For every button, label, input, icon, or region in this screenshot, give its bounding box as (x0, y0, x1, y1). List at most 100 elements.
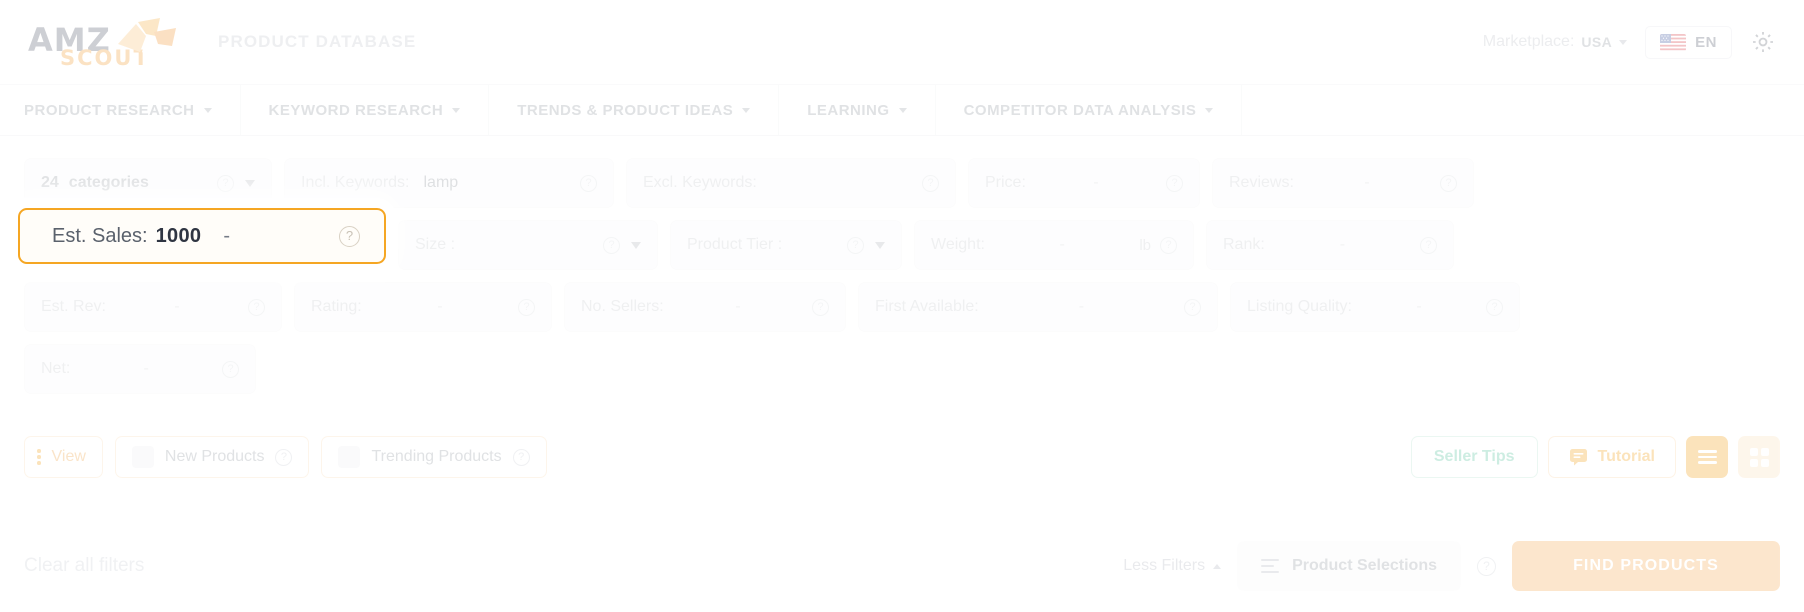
help-icon[interactable]: ? (922, 174, 939, 192)
product-tier-label: Product Tier : (687, 236, 783, 253)
page-title: PRODUCT DATABASE (218, 32, 417, 51)
help-icon[interactable]: ? (1477, 556, 1496, 576)
filter-panel: 24 categories ? Incl. Keywords: lamp ? E… (0, 136, 1804, 406)
trending-products-toggle[interactable]: Trending Products ? (321, 436, 547, 478)
help-icon[interactable]: ? (1440, 174, 1458, 192)
filter-row-3: Est. Rev: - ? Rating: - ? No. Sellers: -… (24, 282, 1780, 332)
first-available-value: - (1078, 298, 1085, 315)
categories-label: categories (68, 174, 149, 191)
weight-filter[interactable]: Weight: - lb ? (914, 220, 1194, 270)
price-filter[interactable]: Price: - ? (968, 158, 1200, 208)
nav-item-competitor-data-analysis[interactable]: COMPETITOR DATA ANALYSIS (936, 85, 1243, 135)
incl-keywords-label: Incl. Keywords: (301, 174, 410, 191)
less-filters-toggle[interactable]: Less Filters (1123, 557, 1222, 575)
checkbox-icon[interactable] (131, 446, 154, 468)
nav-item-trends-product-ideas[interactable]: TRENDS & PRODUCT IDEAS (489, 85, 780, 135)
est-sales-filter[interactable]: Est. Sales: 1000 - ? (18, 208, 386, 264)
seller-tips-button[interactable]: Seller Tips (1410, 436, 1538, 478)
chevron-down-icon[interactable] (245, 179, 255, 187)
help-icon[interactable]: ? (222, 360, 240, 378)
app-header: AMZ SCOUT PRODUCT DATABASE Marketplace: … (0, 0, 1804, 84)
reviews-value: - (1364, 174, 1370, 191)
help-icon[interactable]: ? (518, 298, 535, 316)
list-view-icon[interactable] (1686, 436, 1728, 478)
weight-unit: lb (1139, 236, 1151, 254)
reviews-filter[interactable]: Reviews: - ? (1212, 158, 1474, 208)
help-icon[interactable]: ? (1184, 298, 1202, 316)
help-icon[interactable]: ? (847, 236, 864, 254)
help-icon[interactable]: ? (275, 448, 293, 466)
clear-all-filters-button[interactable]: Clear all filters (24, 555, 144, 577)
excl-keywords-filter[interactable]: Excl. Keywords: ? (626, 158, 956, 208)
toolbar-right-group: Seller Tips Tutorial (1410, 436, 1780, 478)
view-button[interactable]: View (24, 436, 103, 478)
size-filter[interactable]: Size : ? (398, 220, 658, 270)
rank-filter[interactable]: Rank: - ? (1206, 220, 1454, 270)
help-icon[interactable]: ? (248, 298, 266, 316)
help-icon[interactable]: ? (1486, 298, 1504, 316)
price-label: Price: (985, 174, 1026, 191)
language-label: EN (1695, 33, 1717, 51)
no-sellers-filter[interactable]: No. Sellers: - ? (564, 282, 846, 332)
nav-item-keyword-research[interactable]: KEYWORD RESEARCH (241, 85, 490, 135)
new-products-toggle[interactable]: New Products ? (114, 436, 310, 478)
net-filter[interactable]: Net: - ? (24, 344, 256, 394)
nav-filler (1242, 85, 1804, 135)
tutorial-button[interactable]: Tutorial (1547, 436, 1676, 478)
help-icon[interactable]: ? (1160, 236, 1177, 254)
first-available-label: First Available: (875, 298, 979, 315)
gear-icon[interactable] (1750, 29, 1776, 55)
find-products-button[interactable]: FIND PRODUCTS (1512, 541, 1780, 591)
help-icon[interactable]: ? (580, 174, 597, 192)
checkbox-icon[interactable] (338, 446, 361, 468)
help-icon[interactable]: ? (603, 236, 620, 254)
seller-tips-label: Seller Tips (1433, 448, 1515, 465)
nav-label: PRODUCT RESEARCH (24, 101, 195, 119)
chevron-down-icon[interactable] (631, 241, 641, 249)
help-icon[interactable]: ? (812, 298, 829, 316)
listing-quality-filter[interactable]: Listing Quality: - ? (1230, 282, 1520, 332)
product-selections-button[interactable]: Product Selections (1237, 541, 1461, 591)
less-filters-label: Less Filters (1123, 557, 1206, 574)
categories-count: 24 (41, 174, 59, 191)
header-right-controls: Marketplace: USA EN (1483, 25, 1776, 59)
amzscout-logo[interactable]: AMZ SCOUT (28, 14, 178, 70)
incl-keywords-filter[interactable]: Incl. Keywords: lamp ? (284, 158, 614, 208)
est-rev-label: Est. Rev: (41, 298, 106, 315)
chevron-up-icon (1213, 563, 1222, 569)
grid-cells (1749, 447, 1769, 467)
nav-label: TRENDS & PRODUCT IDEAS (517, 101, 734, 119)
help-icon[interactable]: ? (217, 174, 234, 192)
rating-filter[interactable]: Rating: - ? (294, 282, 552, 332)
no-sellers-value: - (735, 298, 741, 315)
rank-label: Rank: (1223, 236, 1265, 253)
language-selector[interactable]: EN (1645, 25, 1732, 59)
find-products-label: FIND PRODUCTS (1573, 557, 1719, 574)
first-available-filter[interactable]: First Available: - ? (858, 282, 1218, 332)
categories-filter[interactable]: 24 categories ? (24, 158, 272, 208)
nav-label: LEARNING (807, 101, 890, 119)
help-icon[interactable]: ? (1420, 236, 1437, 254)
rating-value: - (437, 298, 443, 315)
chevron-down-icon[interactable] (875, 241, 885, 249)
product-database-page: AMZ SCOUT PRODUCT DATABASE Marketplace: … (0, 0, 1804, 612)
help-icon[interactable]: ? (339, 225, 360, 247)
help-icon[interactable]: ? (1166, 174, 1184, 192)
est-sales-highlight-wrapper: Est. Sales: 1000 - ? (18, 208, 386, 264)
nav-label: COMPETITOR DATA ANALYSIS (963, 101, 1197, 119)
grid-view-icon[interactable] (1738, 436, 1780, 478)
chevron-down-icon (203, 107, 212, 113)
est-sales-label: Est. Sales: (52, 224, 148, 247)
incl-keywords-value[interactable]: lamp (423, 174, 458, 192)
chevron-down-icon (742, 107, 751, 113)
new-products-label: New Products (164, 448, 265, 465)
results-toolbar: View New Products ? Trending Products ? … (24, 436, 1780, 478)
est-rev-filter[interactable]: Est. Rev: - ? (24, 282, 282, 332)
nav-item-product-research[interactable]: PRODUCT RESEARCH (0, 85, 241, 135)
marketplace-selector[interactable]: Marketplace: USA (1483, 33, 1628, 51)
listing-quality-label: Listing Quality: (1247, 298, 1352, 315)
est-sales-min-value[interactable]: 1000 (156, 225, 202, 248)
product-tier-filter[interactable]: Product Tier : ? (670, 220, 902, 270)
nav-item-learning[interactable]: LEARNING (779, 85, 936, 135)
help-icon[interactable]: ? (512, 448, 530, 466)
